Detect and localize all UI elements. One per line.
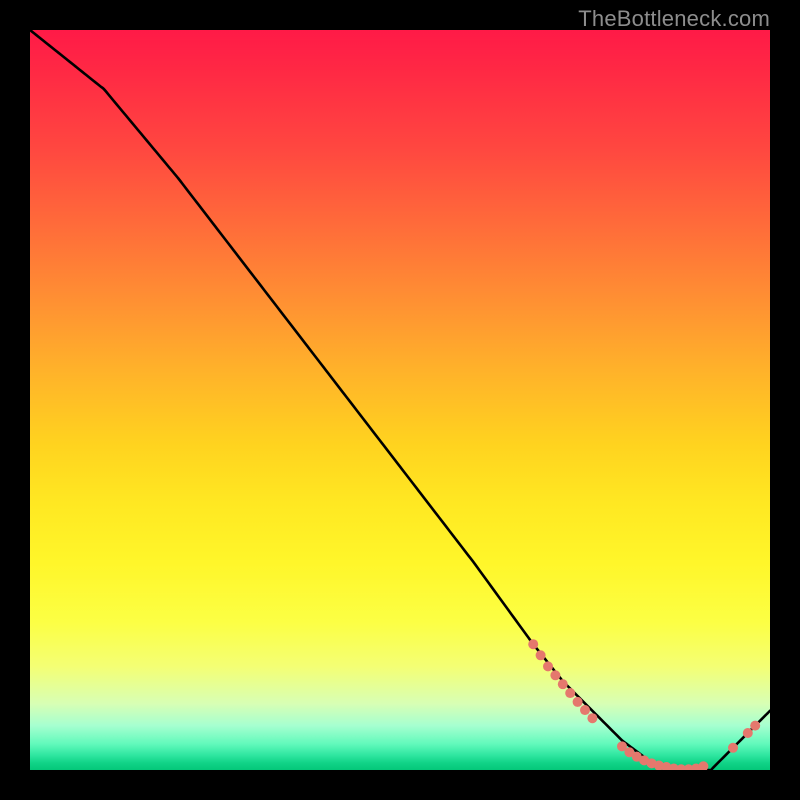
chart-overlay bbox=[30, 30, 770, 770]
data-point bbox=[743, 728, 753, 738]
data-point bbox=[698, 761, 708, 770]
data-point bbox=[536, 650, 546, 660]
data-point bbox=[676, 764, 686, 770]
data-point bbox=[573, 697, 583, 707]
data-point bbox=[587, 713, 597, 723]
chart-container: TheBottleneck.com bbox=[0, 0, 800, 800]
data-point bbox=[565, 688, 575, 698]
data-point bbox=[632, 752, 642, 762]
bottleneck-curve bbox=[30, 30, 770, 770]
data-point bbox=[661, 762, 671, 770]
attribution-label: TheBottleneck.com bbox=[578, 6, 770, 32]
data-point bbox=[528, 639, 538, 649]
data-point bbox=[728, 743, 738, 753]
data-point bbox=[617, 741, 627, 751]
data-point bbox=[639, 755, 649, 765]
data-point bbox=[558, 679, 568, 689]
data-point bbox=[669, 764, 679, 770]
data-point bbox=[580, 705, 590, 715]
data-point bbox=[691, 764, 701, 770]
data-markers bbox=[528, 639, 760, 770]
data-point bbox=[750, 721, 760, 731]
data-point bbox=[654, 761, 664, 770]
plot-area bbox=[30, 30, 770, 770]
data-point bbox=[550, 670, 560, 680]
data-point bbox=[647, 758, 657, 768]
data-point bbox=[624, 747, 634, 757]
data-point bbox=[543, 661, 553, 671]
data-point bbox=[684, 764, 694, 770]
